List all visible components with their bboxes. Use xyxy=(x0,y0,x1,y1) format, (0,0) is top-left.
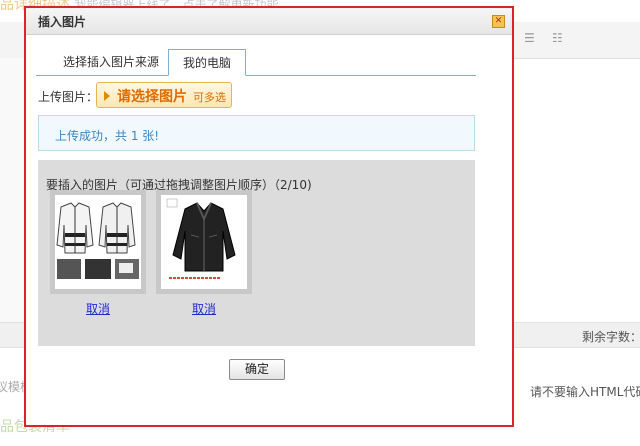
editor-area-edge xyxy=(0,58,24,322)
highlight-border xyxy=(24,6,514,427)
remaining-chars-label: 剩余字数： xyxy=(582,330,640,344)
html-warning-text: 请不要输入HTML代码 xyxy=(530,385,640,399)
ordered-list-icon[interactable]: ☷ xyxy=(552,32,566,44)
unordered-list-icon[interactable]: ☰ xyxy=(524,32,538,44)
